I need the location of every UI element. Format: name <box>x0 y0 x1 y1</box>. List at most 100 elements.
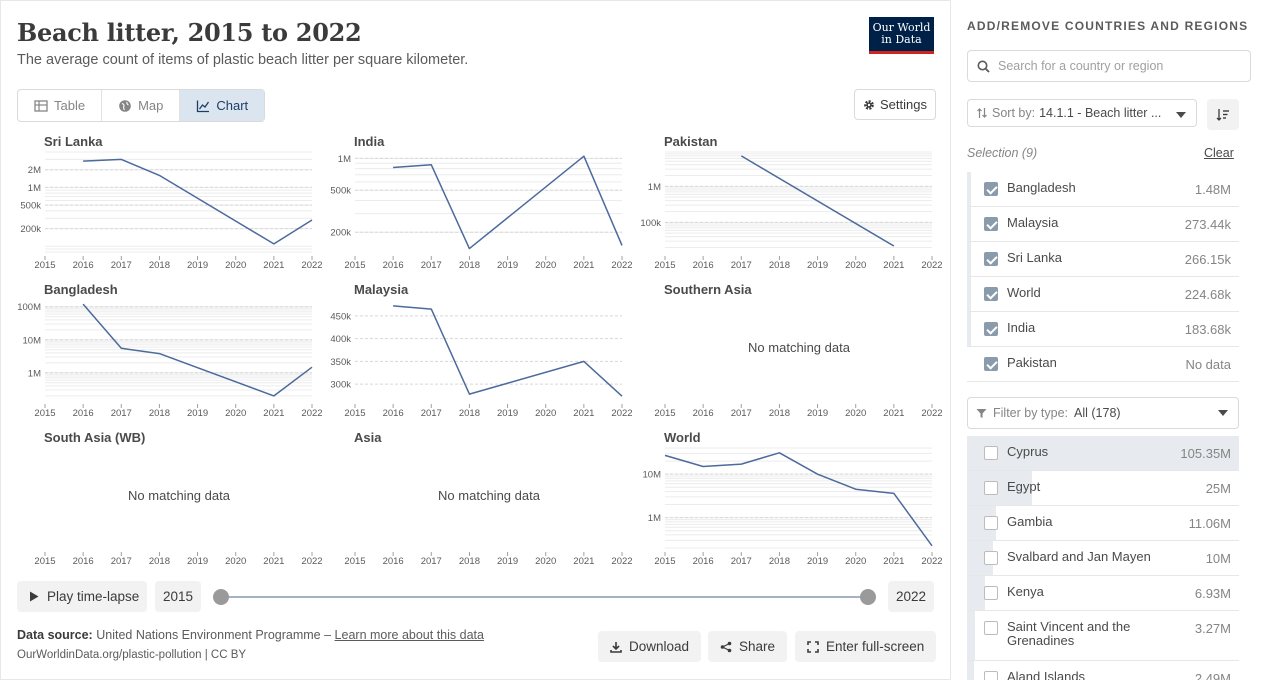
no-data-message: No matching data <box>128 488 230 503</box>
panel-title: Malaysia <box>354 282 409 297</box>
panel-plot: 2015 2016 2017 2018 2019 2020 2021 2022 200k 500k… <box>20 151 323 271</box>
entity-name: Egypt <box>1007 479 1041 494</box>
x-tick-label: 2022 <box>611 260 632 271</box>
panel-asia: 2015 2016 2017 2018 2019 2020 2021 2022 Asia No m… <box>338 430 632 568</box>
sort-select[interactable]: Sort by: 14.1.1 - Beach litter ... <box>967 99 1197 127</box>
line-chart-icon <box>197 100 210 112</box>
x-tick-label: 2019 <box>187 260 208 271</box>
entity-checkbox[interactable] <box>984 357 998 371</box>
entity-checkbox[interactable] <box>984 287 998 301</box>
entity-row[interactable]: India 183.68k <box>967 312 1239 347</box>
y-tick-label: 500k <box>20 201 41 212</box>
value-bar <box>967 207 971 241</box>
timeline-end-handle[interactable] <box>860 589 876 605</box>
x-tick-label: 2017 <box>421 408 442 419</box>
fullscreen-button[interactable]: Enter full-screen <box>795 631 937 662</box>
value-bar <box>967 277 971 311</box>
x-tick-label: 2016 <box>73 260 94 271</box>
entity-name: Saint Vincent and the Grenadines <box>1007 619 1131 648</box>
panel-title: Bangladesh <box>44 282 118 297</box>
value-bar <box>967 242 971 276</box>
entity-checkbox[interactable] <box>984 551 998 565</box>
x-tick-label: 2019 <box>497 556 518 567</box>
x-tick-label: 2020 <box>845 408 866 419</box>
settings-button[interactable]: Settings <box>854 89 936 120</box>
entity-checkbox[interactable] <box>984 217 998 231</box>
entity-checkbox[interactable] <box>984 182 998 196</box>
owid-logo[interactable]: Our World in Data <box>869 17 934 54</box>
source-url: OurWorldinData.org/plastic-pollution | C… <box>17 649 247 661</box>
sort-order-toggle[interactable] <box>1207 99 1239 130</box>
entity-checkbox[interactable] <box>984 621 998 635</box>
x-tick-label: 2022 <box>301 408 322 419</box>
tab-map-label: Map <box>138 98 164 113</box>
entity-row[interactable]: Kenya 6.93M <box>967 576 1239 611</box>
x-tick-label: 2018 <box>459 408 480 419</box>
x-tick-label: 2020 <box>535 408 556 419</box>
x-tick-label: 2016 <box>73 408 94 419</box>
panel-plot: 2015 2016 2017 2018 2019 2020 2021 2022 100k 1M <box>640 151 943 271</box>
tab-table[interactable]: Table <box>18 90 101 121</box>
settings-label: Settings <box>880 97 927 112</box>
entity-checkbox[interactable] <box>984 481 998 495</box>
table-icon <box>34 99 48 112</box>
entity-row[interactable]: Egypt 25M <box>967 471 1239 506</box>
entity-row[interactable]: Pakistan No data <box>967 347 1239 382</box>
x-tick-label: 2022 <box>611 408 632 419</box>
entity-checkbox[interactable] <box>984 322 998 336</box>
y-tick-label: 450k <box>330 311 351 322</box>
x-tick-label: 2015 <box>34 408 55 419</box>
learn-more-link[interactable]: Learn more about this data <box>335 628 484 642</box>
entity-row[interactable]: Sri Lanka 266.15k <box>967 242 1239 277</box>
entity-row[interactable]: World 224.68k <box>967 277 1239 312</box>
x-tick-label: 2017 <box>111 260 132 271</box>
x-tick-label: 2022 <box>921 556 942 567</box>
panel-title: Southern Asia <box>664 282 752 297</box>
panel-title: South Asia (WB) <box>44 430 146 445</box>
x-tick-label: 2021 <box>573 408 594 419</box>
country-search-input[interactable]: Search for a country or region <box>967 50 1251 82</box>
entity-name: India <box>1007 320 1036 335</box>
timeline-track[interactable] <box>221 596 868 598</box>
entity-checkbox[interactable] <box>984 586 998 600</box>
play-timelapse-button[interactable]: Play time-lapse <box>17 581 147 612</box>
entity-row[interactable]: Saint Vincent and the Grenadines 3.27M <box>967 611 1239 661</box>
entity-checkbox[interactable] <box>984 516 998 530</box>
share-button[interactable]: Share <box>708 631 788 662</box>
y-tick-label: 400k <box>330 334 351 345</box>
entity-value: 25M <box>1205 481 1231 496</box>
x-tick-label: 2022 <box>921 260 942 271</box>
entity-row[interactable]: Svalbard and Jan Mayen 10M <box>967 541 1239 576</box>
panel-bangladesh: 2015 2016 2017 2018 2019 2020 2021 2022 1M 10M 100… <box>17 282 322 420</box>
entity-name: Pakistan <box>1007 355 1057 370</box>
entity-checkbox[interactable] <box>984 446 998 460</box>
entity-value: 6.93M <box>1194 586 1231 601</box>
entity-checkbox[interactable] <box>984 671 998 680</box>
clear-selection-link[interactable]: Clear <box>1204 146 1234 160</box>
series-line[interactable] <box>393 305 623 397</box>
entity-name: Cyprus <box>1007 444 1049 459</box>
series-line[interactable] <box>83 158 313 245</box>
x-tick-label: 2016 <box>693 408 714 419</box>
tab-chart[interactable]: Chart <box>179 90 265 121</box>
entity-row[interactable]: Malaysia 273.44k <box>967 207 1239 242</box>
panel-title: India <box>354 134 385 149</box>
x-tick-label: 2015 <box>654 408 675 419</box>
x-tick-label: 2021 <box>883 260 904 271</box>
fullscreen-label: Enter full-screen <box>826 639 925 654</box>
entity-row[interactable]: Bangladesh 1.48M <box>967 172 1239 207</box>
entity-row[interactable]: Cyprus 105.35M <box>967 436 1239 471</box>
series-line[interactable] <box>393 155 623 250</box>
timeline-start-handle[interactable] <box>213 589 229 605</box>
filter-type-select[interactable]: Filter by type: All (178) <box>967 397 1239 429</box>
tab-map[interactable]: Map <box>101 90 179 121</box>
series-line[interactable] <box>664 452 933 547</box>
entity-checkbox[interactable] <box>984 252 998 266</box>
x-tick-label: 2018 <box>459 260 480 271</box>
entity-row[interactable]: Aland Islands 2.49M <box>967 661 1239 680</box>
x-tick-label: 2019 <box>187 408 208 419</box>
entity-value: 224.68k <box>1184 287 1231 302</box>
download-button[interactable]: Download <box>598 631 702 662</box>
panel-malaysia: 2015 2016 2017 2018 2019 2020 2021 2022 300k 350k… <box>330 282 632 420</box>
entity-row[interactable]: Gambia 11.06M <box>967 506 1239 541</box>
